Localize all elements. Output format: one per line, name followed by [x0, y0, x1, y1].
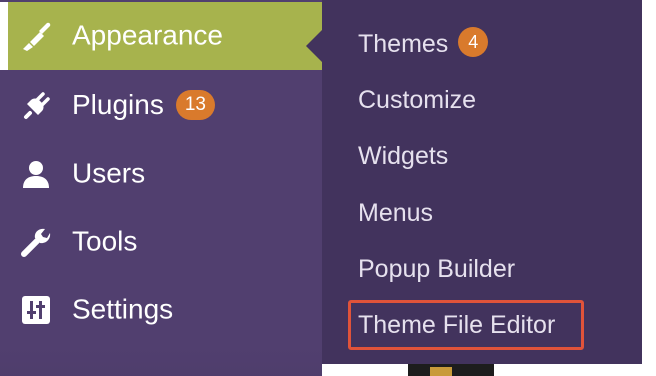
sidebar-item-label: Appearance	[72, 19, 224, 51]
sidebar-item-label: Users	[72, 157, 146, 189]
submenu-item-customize[interactable]: Customize	[358, 80, 476, 120]
submenu-item-label: Popup Builder	[358, 255, 516, 283]
submenu-item-label: Widgets	[358, 142, 449, 170]
sidebar-item-users[interactable]: Users	[0, 140, 322, 208]
admin-sidebar: Appearance Plugins 13 Users Tools Settin…	[0, 0, 322, 376]
submenu-item-label: Themes	[358, 30, 449, 58]
submenu-item-popup-builder[interactable]: Popup Builder	[358, 249, 515, 289]
sidebar-item-label: Plugins 13	[72, 89, 215, 122]
plugins-label: Plugins	[72, 89, 164, 121]
page-background	[642, 0, 656, 376]
partial-thumbnail	[408, 364, 494, 376]
user-icon	[20, 158, 52, 190]
submenu-item-label: Customize	[358, 86, 477, 114]
wrench-icon	[20, 226, 52, 258]
sidebar-item-tools[interactable]: Tools	[0, 208, 322, 276]
paintbrush-icon	[20, 20, 52, 52]
submenu-pointer-arrow	[306, 30, 322, 62]
submenu-item-label: Menus	[358, 199, 434, 227]
sidebar-item-plugins[interactable]: Plugins 13	[0, 72, 322, 140]
plugin-plug-icon	[20, 90, 52, 122]
sidebar-item-label: Tools	[72, 225, 138, 257]
sidebar-item-appearance[interactable]: Appearance	[0, 2, 322, 70]
plugins-update-badge: 13	[175, 89, 215, 120]
submenu-item-widgets[interactable]: Widgets	[358, 136, 448, 176]
submenu-item-menus[interactable]: Menus	[358, 193, 433, 233]
submenu-item-themes[interactable]: Themes 4	[358, 24, 489, 64]
themes-update-badge: 4	[458, 27, 489, 57]
sidebar-item-label: Settings	[72, 293, 174, 325]
theme-file-editor-highlight	[348, 300, 584, 350]
sliders-settings-icon	[20, 294, 52, 326]
sidebar-item-settings[interactable]: Settings	[0, 276, 322, 344]
